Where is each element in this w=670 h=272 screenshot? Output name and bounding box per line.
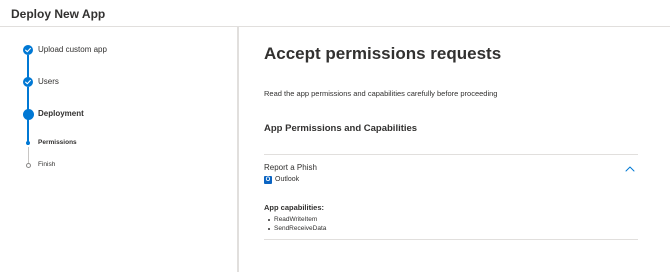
divider — [264, 239, 638, 240]
list-item: ReadWriteItem — [268, 215, 326, 224]
step-current-icon — [22, 109, 34, 120]
checkmark-icon — [25, 47, 31, 53]
substep-current-dot — [26, 141, 30, 145]
step-completed-icon — [23, 45, 33, 55]
capabilities-list: ReadWriteItem SendReceiveData — [268, 215, 326, 233]
app-name: Report a Phish — [264, 163, 317, 172]
page-subtitle: Read the app permissions and capabilitie… — [264, 89, 498, 98]
divider — [264, 154, 638, 155]
step-connector — [27, 87, 29, 110]
app-host: O Outlook — [264, 175, 299, 184]
window-header: Deploy New App — [0, 0, 670, 27]
wizard-steps-panel — [0, 27, 238, 272]
step-upload-custom-app[interactable]: Upload custom app — [38, 45, 107, 54]
list-item: SendReceiveData — [268, 224, 326, 233]
checkmark-icon — [25, 79, 31, 85]
step-connector — [27, 55, 29, 78]
capabilities-title: App capabilities: — [264, 203, 325, 212]
substep-pending-dot — [25, 163, 31, 168]
page-title: Accept permissions requests — [264, 44, 502, 63]
window-title: Deploy New App — [11, 7, 106, 21]
section-title: App Permissions and Capabilities — [264, 123, 418, 134]
step-deployment: Deployment — [38, 109, 84, 118]
chevron-up-icon[interactable] — [624, 165, 636, 173]
app-host-label: Outlook — [275, 176, 300, 183]
substep-permissions: Permissions — [38, 139, 77, 146]
step-users[interactable]: Users — [38, 77, 59, 86]
step-connector-pending — [27, 147, 29, 163]
step-completed-icon — [23, 77, 33, 87]
outlook-icon: O — [264, 175, 272, 184]
panel-divider — [238, 27, 239, 272]
substep-finish: Finish — [38, 161, 56, 168]
